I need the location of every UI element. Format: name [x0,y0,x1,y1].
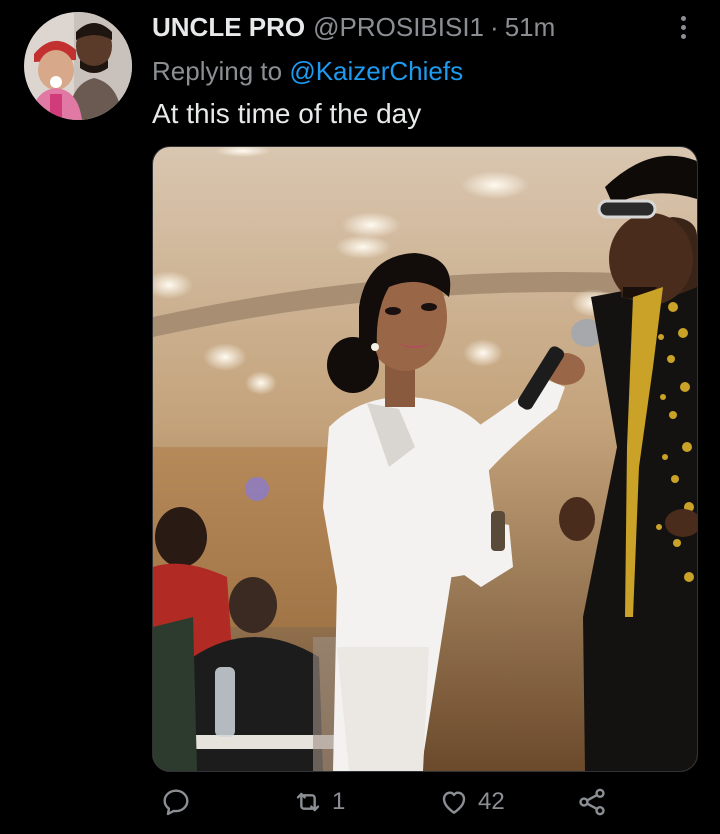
retweet-count: 1 [332,788,346,815]
avatar-image [24,12,132,120]
replying-prefix: Replying to [152,56,290,86]
display-name[interactable]: UNCLE PRO [152,12,305,43]
tweet-header: UNCLE PRO @PROSIBISI1 · 51m [152,10,690,44]
more-options-icon[interactable] [678,16,688,40]
retweet-button[interactable]: 1 [292,782,345,822]
mention-link[interactable]: @KaizerChiefs [289,56,463,86]
tweet-text: At this time of the day [152,98,422,129]
replying-to: Replying to @KaizerChiefs [152,56,463,87]
tweet-photo[interactable] [152,146,698,772]
retweet-icon [296,792,320,812]
like-button[interactable]: 42 [438,782,505,822]
user-handle[interactable]: @PROSIBISI1 [313,12,484,43]
separator-dot: · [490,11,499,42]
share-button[interactable] [576,782,608,822]
tweet-actions: 1 42 [152,782,696,822]
heart-icon [442,791,466,814]
avatar[interactable] [24,12,132,120]
reply-button[interactable] [160,782,200,822]
like-count: 42 [478,788,505,815]
photo-image [153,147,697,771]
reply-icon [163,789,189,816]
share-icon [579,788,605,816]
timestamp[interactable]: 51m [505,12,556,43]
